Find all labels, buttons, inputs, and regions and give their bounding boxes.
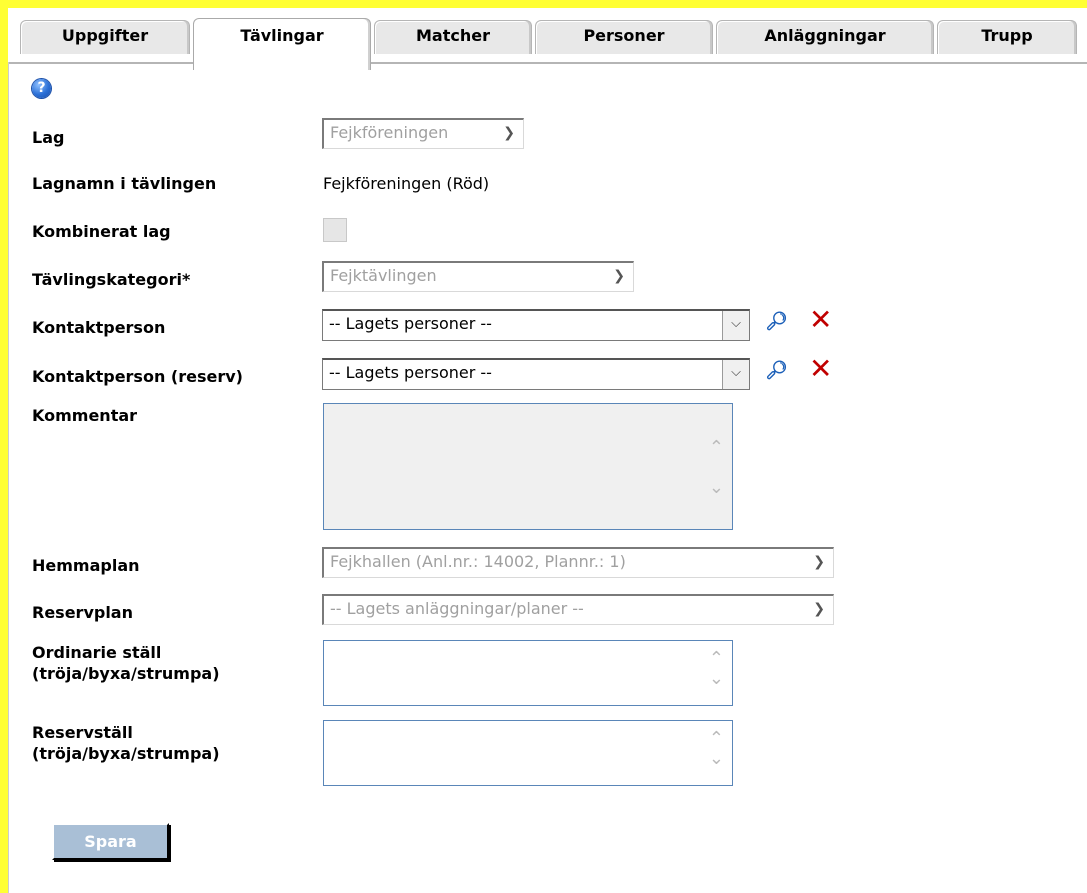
binoculars-icon[interactable]: 🔎︎ [765,311,788,332]
tab-trupp[interactable]: Trupp [937,20,1077,54]
reservstall-textarea[interactable]: ⌃ ⌄ [323,720,733,786]
chevron-down-icon: ❯ [613,268,625,284]
kommentar-label: Kommentar [32,406,138,425]
lag-label: Lag [32,128,65,147]
kontakt-reserv-label: Kontaktperson (reserv) [32,367,243,386]
kategori-select-value: Fejktävlingen [330,266,437,285]
reservplan-select[interactable]: -- Lagets anläggningar/planer -- ❯ [322,594,834,625]
reservstall-label-line2: (tröja/byxa/strumpa) [32,744,220,763]
tab-bar: Uppgifter Tävlingar Matcher Personer Anl… [8,8,1087,70]
scroll-arrows-icon: ⌃ ⌄ [708,728,724,769]
kontakt-reserv-select[interactable]: -- Lagets personer -- ⌵ [322,358,750,390]
kontakt-reserv-select-value: -- Lagets personer -- [329,363,492,382]
ordinarie-textarea[interactable]: ⌃ ⌄ [323,640,733,706]
kategori-label: Tävlingskategori* [32,270,191,289]
reservstall-label-line1: Reservställ [32,723,133,742]
window-frame-top [0,0,1087,8]
scroll-arrows-icon: ⌃ ⌄ [708,437,724,498]
save-button[interactable]: Spara [52,823,169,860]
hemmaplan-label: Hemmaplan [32,556,140,575]
chevron-down-icon: ❯ [503,125,515,141]
kontakt-select[interactable]: -- Lagets personer -- ⌵ [322,309,750,341]
kommentar-textarea[interactable]: ⌃ ⌄ [323,403,733,530]
help-icon[interactable]: ? [32,79,51,98]
tab-personer[interactable]: Personer [535,20,713,54]
hemmaplan-select-value: Fejkhallen (Anl.nr.: 14002, Plannr.: 1) [330,552,626,571]
kategori-select[interactable]: Fejktävlingen ❯ [322,261,634,292]
tab-matcher[interactable]: Matcher [374,20,532,54]
tab-tavlingar[interactable]: Tävlingar [193,18,371,70]
scroll-arrows-icon: ⌃ ⌄ [708,648,724,689]
lagnamn-label: Lagnamn i tävlingen [32,174,217,193]
binoculars-icon[interactable]: 🔎︎ [765,360,788,381]
close-icon[interactable]: ✕ [809,306,832,334]
hemmaplan-select[interactable]: Fejkhallen (Anl.nr.: 14002, Plannr.: 1) … [322,547,834,578]
kontakt-label: Kontaktperson [32,318,166,337]
chevron-down-icon: ⌵ [722,311,749,340]
lag-select[interactable]: Fejkföreningen ❯ [322,118,524,149]
chevron-down-icon: ❯ [813,601,825,617]
close-icon[interactable]: ✕ [809,355,832,383]
kombinerat-checkbox[interactable] [323,218,347,242]
window-frame-left [0,0,8,893]
reservplan-select-value: -- Lagets anläggningar/planer -- [330,599,584,618]
kombinerat-label: Kombinerat lag [32,222,171,241]
reservplan-label: Reservplan [32,603,133,622]
lag-select-value: Fejkföreningen [330,123,449,142]
tab-anlaggningar[interactable]: Anläggningar [716,20,934,54]
lagnamn-value: Fejkföreningen (Röd) [323,174,490,193]
ordinarie-label: Ordinarie ställ (tröja/byxa/strumpa) [32,642,220,684]
kontakt-select-value: -- Lagets personer -- [329,314,492,333]
reservstall-label: Reservställ (tröja/byxa/strumpa) [32,722,220,764]
tab-uppgifter[interactable]: Uppgifter [20,20,190,54]
chevron-down-icon: ❯ [813,554,825,570]
ordinarie-label-line2: (tröja/byxa/strumpa) [32,664,220,683]
ordinarie-label-line1: Ordinarie ställ [32,643,162,662]
chevron-down-icon: ⌵ [722,360,749,389]
